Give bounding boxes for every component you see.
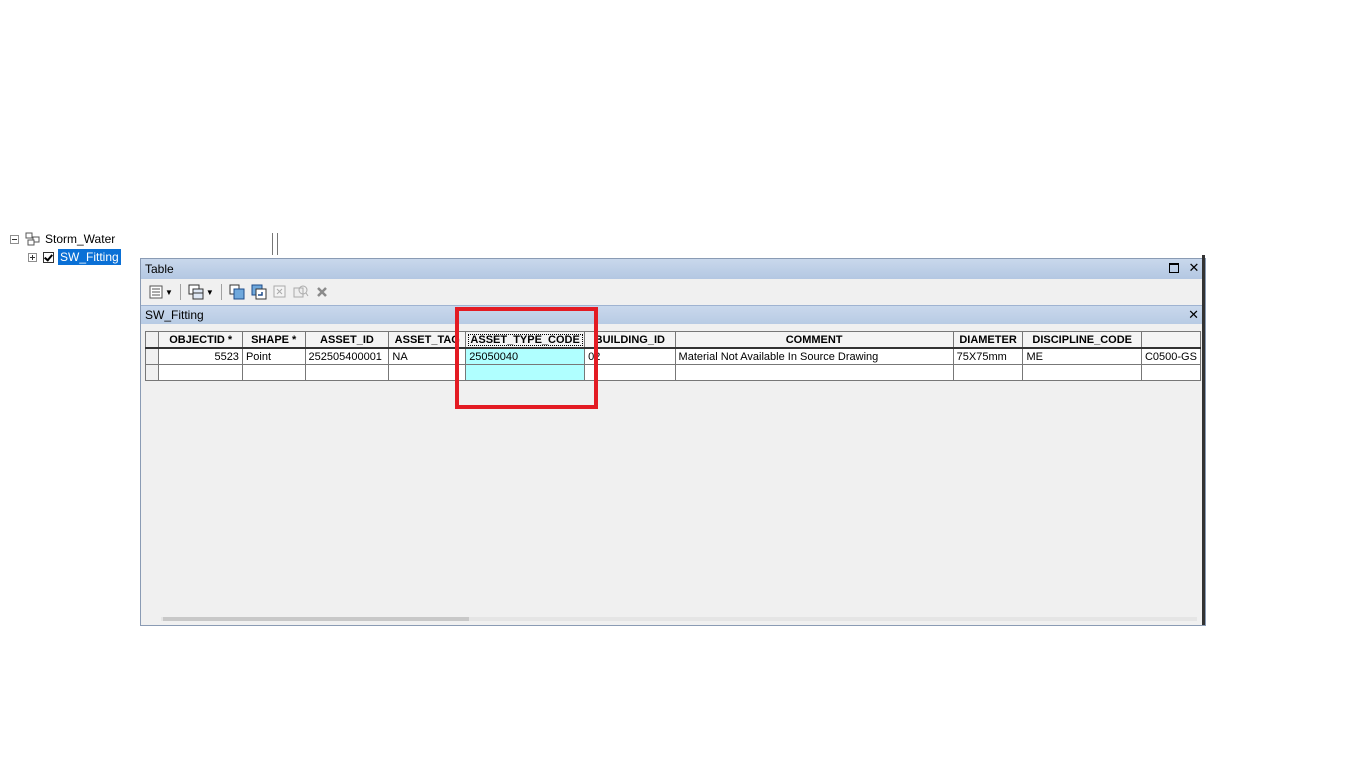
cell-empty[interactable]: [1022, 364, 1142, 381]
toc-layer-label[interactable]: SW_Fitting: [58, 249, 121, 265]
dropdown-arrow-icon: ▼: [205, 287, 214, 297]
attribute-grid-area: OBJECTID * SHAPE * ASSET_ID ASSET_TAG AS…: [145, 331, 1201, 621]
cell-next[interactable]: C0500-GS: [1140, 347, 1201, 365]
cell-empty[interactable]: [674, 364, 954, 381]
table-window: Table ✕ ▼ ▼ SW_Fitting ✕ OBJECTID * SHAP…: [140, 258, 1206, 626]
pane-splitter-icon[interactable]: [272, 233, 278, 255]
column-header-building-id[interactable]: BUILDING_ID: [584, 331, 676, 349]
clear-selection-icon: [273, 285, 286, 298]
switch-selection-icon: [251, 284, 267, 300]
cell-empty[interactable]: [584, 364, 676, 381]
delete-selected-button[interactable]: [313, 282, 331, 302]
toolbar-separator: [220, 284, 222, 300]
clear-selection-button[interactable]: [271, 282, 289, 302]
close-tab-icon[interactable]: ✕: [1188, 307, 1199, 323]
column-header-objectid[interactable]: OBJECTID *: [158, 331, 243, 349]
cell-discipline-code[interactable]: ME: [1022, 347, 1142, 365]
close-icon[interactable]: ✕: [1187, 261, 1201, 275]
cell-diameter[interactable]: 75X75mm: [952, 347, 1024, 365]
scrollbar-thumb[interactable]: [163, 617, 469, 621]
table-row[interactable]: 5523 Point 252505400001 NA 25050040 02 M…: [145, 347, 1201, 365]
column-header-next[interactable]: [1140, 331, 1201, 349]
cell-objectid[interactable]: 5523: [158, 347, 243, 365]
zoom-to-selected-button[interactable]: [291, 282, 311, 302]
window-edge-divider: [1202, 255, 1205, 625]
row-header[interactable]: [145, 347, 160, 365]
table-row-new[interactable]: [145, 364, 1201, 381]
table-options-button[interactable]: ▼: [147, 282, 175, 302]
related-tables-icon: [188, 284, 204, 300]
collapse-icon[interactable]: [10, 234, 19, 244]
dropdown-arrow-icon: ▼: [165, 287, 173, 297]
select-by-attributes-button[interactable]: [227, 282, 247, 302]
table-options-icon: [149, 285, 163, 299]
table-title-bar[interactable]: Table ✕: [141, 259, 1205, 279]
cell-shape[interactable]: Point: [241, 347, 306, 365]
zoom-to-selected-icon: [293, 285, 309, 298]
cell-empty[interactable]: [158, 364, 243, 381]
row-header-corner[interactable]: [145, 331, 160, 349]
column-header-discipline-code[interactable]: DISCIPLINE_CODE: [1022, 331, 1142, 349]
layer-visibility-checkbox[interactable]: [43, 251, 54, 263]
toc-group-row[interactable]: Storm_Water: [10, 230, 115, 248]
maximize-icon[interactable]: [1167, 261, 1181, 275]
column-header-comment[interactable]: COMMENT: [674, 331, 954, 349]
select-by-attributes-icon: [229, 284, 245, 300]
toc-group-label: Storm_Water: [45, 232, 116, 246]
window-title: Table: [145, 262, 174, 276]
column-header-diameter[interactable]: DIAMETER: [952, 331, 1024, 349]
table-toolbar: ▼ ▼: [141, 279, 1205, 305]
cell-asset-id[interactable]: 252505400001: [304, 347, 390, 365]
table-tab[interactable]: SW_Fitting ✕: [141, 305, 1205, 324]
cell-empty[interactable]: [1140, 364, 1201, 381]
column-header-shape[interactable]: SHAPE *: [241, 331, 306, 349]
toc-layer-row[interactable]: SW_Fitting: [28, 248, 121, 266]
cell-empty[interactable]: [304, 364, 390, 381]
expand-icon[interactable]: [28, 252, 37, 262]
cell-empty[interactable]: [952, 364, 1024, 381]
header-row: OBJECTID * SHAPE * ASSET_ID ASSET_TAG AS…: [145, 331, 1201, 349]
tab-label: SW_Fitting: [145, 308, 204, 322]
horizontal-scrollbar[interactable]: [161, 617, 1197, 621]
toolbar-separator: [179, 284, 181, 300]
cell-empty[interactable]: [241, 364, 306, 381]
cell-building-id[interactable]: 02: [584, 347, 676, 365]
delete-selected-icon: [316, 287, 327, 297]
group-layer-icon: [25, 232, 40, 246]
row-header[interactable]: [145, 364, 160, 381]
cell-comment[interactable]: Material Not Available In Source Drawing: [674, 347, 954, 365]
column-header-asset-id[interactable]: ASSET_ID: [304, 331, 390, 349]
related-tables-button[interactable]: ▼: [186, 282, 216, 302]
annotation-highlight-box: [455, 307, 598, 409]
switch-selection-button[interactable]: [249, 282, 269, 302]
attribute-table: OBJECTID * SHAPE * ASSET_ID ASSET_TAG AS…: [145, 331, 1201, 381]
